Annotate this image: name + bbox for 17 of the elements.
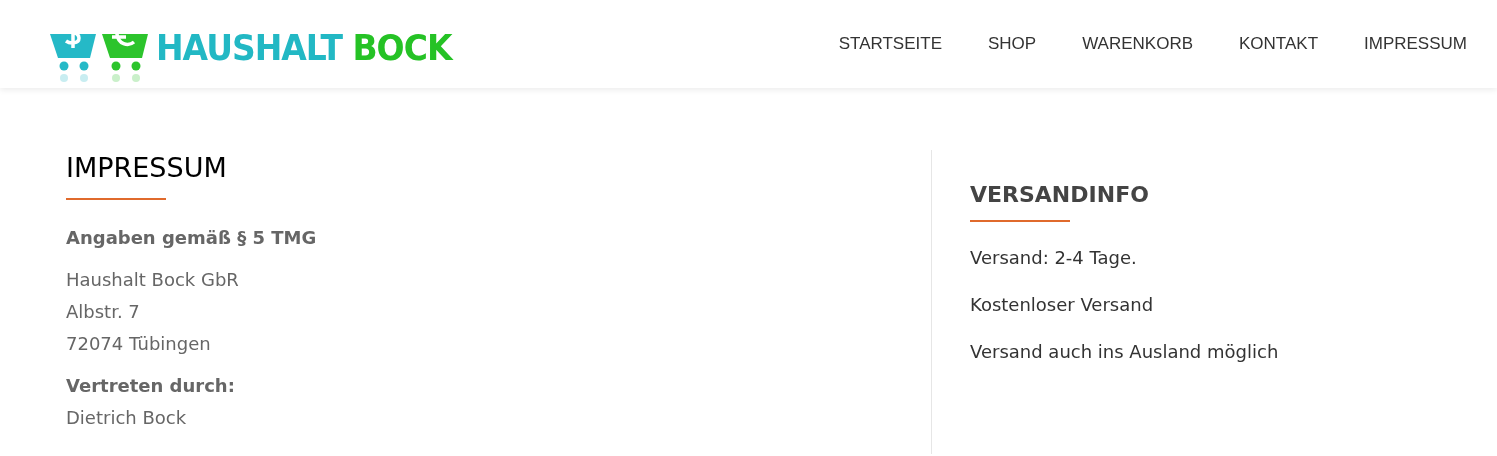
- nav-link[interactable]: SHOP: [988, 31, 1037, 57]
- address-line: Dietrich Bock: [66, 406, 188, 430]
- nav-link[interactable]: WARENKORB: [1082, 31, 1193, 57]
- shipping-info: Versand auch ins Ausland möglich: [970, 340, 1279, 364]
- logo-text: HAUSHALT BOCK: [156, 29, 452, 65]
- address-line: 72074 Tübingen: [66, 332, 212, 356]
- page-title: IMPRESSUM: [66, 151, 228, 185]
- shipping-info: Kostenloser Versand: [970, 293, 1155, 317]
- section-heading: Angaben gemäß § 5 TMG: [66, 226, 318, 250]
- address-line: Albstr. 7: [66, 300, 141, 324]
- shipping-info: Versand: 2-4 Tage.: [970, 246, 1138, 270]
- nav-link[interactable]: KONTAKT: [1239, 31, 1319, 57]
- sidebar-title: VERSANDINFO: [970, 181, 1150, 209]
- nav-link[interactable]: STARTSEITE: [838, 31, 942, 57]
- address-line: Haushalt Bock GbR: [66, 268, 240, 292]
- section-heading: Vertreten durch:: [66, 374, 236, 398]
- nav-link[interactable]: IMPRESSUM: [1364, 31, 1467, 57]
